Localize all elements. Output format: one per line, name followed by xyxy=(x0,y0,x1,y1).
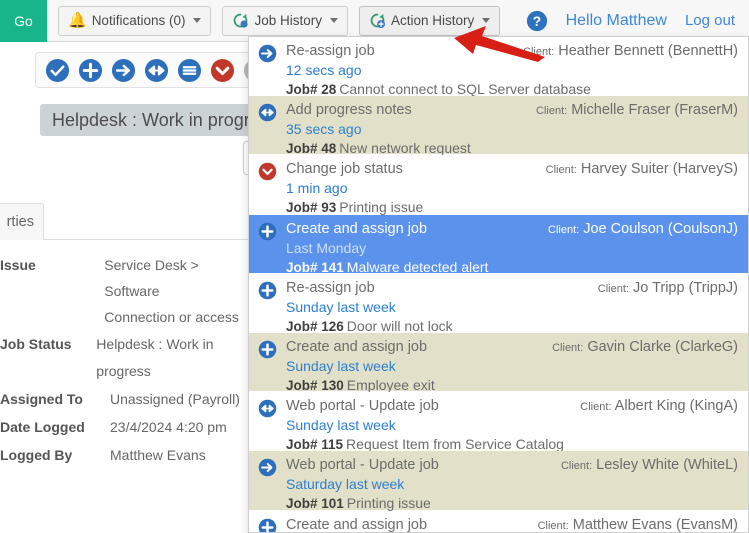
detail-row: Issue Service Desk > Software Connection… xyxy=(0,252,250,330)
action-history-item[interactable]: Client: Joe Coulson (CoulsonJ) Create and… xyxy=(249,214,748,275)
action-history-item[interactable]: Client: Gavin Clarke (ClarkeG) Create and… xyxy=(249,332,748,393)
action-history-item[interactable]: Client: Lesley White (WhiteL) Web portal … xyxy=(249,451,748,511)
arrow-left-right-circle-icon[interactable] xyxy=(144,58,169,83)
job-history-label: Job History xyxy=(254,13,323,28)
bell-icon: 🔔 xyxy=(68,12,87,29)
detail-row: Job Status Helpdesk : Work in progress xyxy=(0,331,250,385)
action-history-item[interactable]: Client: Albert King (KingA) Web portal - … xyxy=(249,392,748,452)
detail-label: Logged By xyxy=(0,447,73,463)
go-button[interactable]: Go xyxy=(0,0,47,42)
action-history-item[interactable]: Client: Heather Bennett (BennettH) Re-ass… xyxy=(249,37,748,97)
logout-link[interactable]: Log out xyxy=(685,12,735,29)
detail-value-line2: Connection or access xyxy=(104,309,239,325)
action-item-timestamp[interactable]: Sunday last week xyxy=(286,416,738,435)
action-item-client: Client: Gavin Clarke (ClarkeG) xyxy=(552,338,738,355)
detail-value: Service Desk > Software xyxy=(104,257,199,299)
action-item-client: Client: Lesley White (WhiteL) xyxy=(560,457,738,474)
chevron-down-icon xyxy=(330,18,339,23)
action-item-client: Client: Michelle Fraser (FraserM) xyxy=(536,102,738,119)
action-history-item[interactable]: Client: Michelle Fraser (FraserM) Add pro… xyxy=(249,96,748,156)
detail-value: Matthew Evans xyxy=(110,447,206,463)
detail-value: Unassigned (Payroll) xyxy=(110,391,240,407)
greeting-link[interactable]: Hello Matthew xyxy=(566,12,667,30)
action-item-timestamp[interactable]: Sunday last week xyxy=(286,357,738,376)
detail-value: 23/4/2024 4:20 pm xyxy=(110,419,227,435)
action-item-client: Client: Matthew Evans (EvansM) xyxy=(537,516,738,533)
action-item-client: Client: Harvey Suiter (HarveyS) xyxy=(545,161,738,178)
detail-label: Job Status xyxy=(0,336,72,352)
action-history-item[interactable]: Client: Matthew Evans (EvansM) Create and… xyxy=(249,510,748,533)
detail-label: Date Logged xyxy=(0,419,85,435)
svg-text:?: ? xyxy=(532,14,540,29)
action-item-timestamp[interactable]: Last Monday xyxy=(286,239,738,258)
notifications-label: Notifications (0) xyxy=(91,13,186,28)
top-right-group: ? Hello Matthew Log out xyxy=(526,10,749,32)
app-root: Go 🔔 Notifications (0) Job History Actio… xyxy=(0,0,749,533)
arrow-right-circle-icon[interactable] xyxy=(111,58,136,83)
detail-value: Helpdesk : Work in progress xyxy=(96,336,214,379)
action-item-client: Client: Joe Coulson (CoulsonJ) xyxy=(548,220,738,237)
action-item-client: Client: Jo Tripp (TrippJ) xyxy=(597,279,738,296)
tab-properties[interactable]: rties xyxy=(0,203,44,240)
action-item-timestamp[interactable]: Saturday last week xyxy=(286,475,738,494)
action-history-button[interactable]: Action History xyxy=(359,5,501,36)
job-detail-fields: Issue Service Desk > Software Connection… xyxy=(0,252,250,470)
job-history-button[interactable]: Job History xyxy=(222,5,349,36)
action-history-dropdown[interactable]: Client: Heather Bennett (BennettH) Re-ass… xyxy=(248,36,749,533)
detail-row: Logged By Matthew Evans xyxy=(0,442,250,469)
check-circle-icon[interactable] xyxy=(45,58,70,83)
chevron-down-circle-icon[interactable] xyxy=(210,58,235,83)
action-history-item[interactable]: Client: Jo Tripp (TrippJ) Re-assign job Su… xyxy=(249,273,748,334)
job-history-icon xyxy=(232,12,249,29)
detail-row: Assigned To Unassigned (Payroll) xyxy=(0,386,250,413)
action-item-timestamp[interactable]: 12 secs ago xyxy=(286,61,738,80)
action-item-timestamp[interactable]: 35 secs ago xyxy=(286,120,738,139)
chevron-down-icon xyxy=(193,18,202,23)
action-history-label: Action History xyxy=(391,13,475,28)
action-item-timestamp[interactable]: 1 min ago xyxy=(286,179,738,198)
detail-row: Date Logged 23/4/2024 4:20 pm xyxy=(0,414,250,441)
detail-label: Assigned To xyxy=(0,391,83,407)
action-history-item[interactable]: Client: Harvey Suiter (HarveyS) Change jo… xyxy=(249,155,748,215)
action-history-icon xyxy=(369,12,386,29)
list-lines-circle-icon[interactable] xyxy=(177,58,202,83)
chevron-down-icon xyxy=(482,18,491,23)
action-item-timestamp[interactable]: Sunday last week xyxy=(286,298,738,317)
plus-circle-icon[interactable] xyxy=(78,58,103,83)
help-circle-icon[interactable]: ? xyxy=(526,10,548,32)
tab-strip: rties xyxy=(0,203,260,240)
action-item-client: Client: Albert King (KingA) xyxy=(580,398,738,415)
notifications-button[interactable]: 🔔 Notifications (0) xyxy=(58,5,212,36)
action-item-client: Client: Heather Bennett (BennettH) xyxy=(523,43,738,59)
detail-label: Issue xyxy=(0,257,36,273)
